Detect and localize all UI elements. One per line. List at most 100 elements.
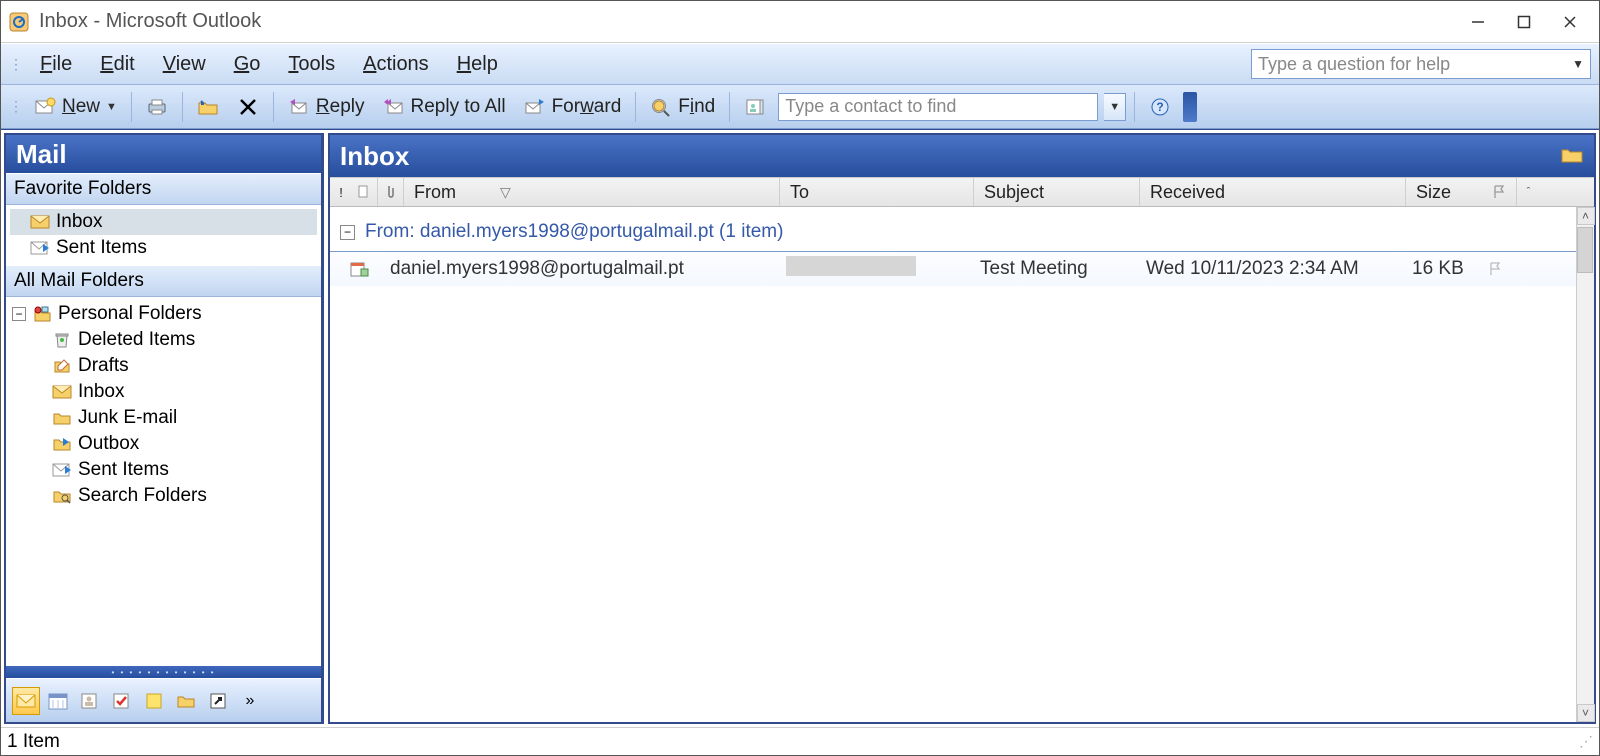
shortcut-calendar[interactable] xyxy=(44,687,72,715)
col-to[interactable]: To xyxy=(780,178,974,206)
deleted-items-icon xyxy=(52,330,72,350)
outbox-icon xyxy=(52,434,72,454)
print-button[interactable] xyxy=(140,93,174,121)
menu-go[interactable]: Go xyxy=(222,47,273,82)
help-toolbar-button[interactable]: ? xyxy=(1143,93,1177,121)
col-flag[interactable] xyxy=(1482,178,1516,206)
scroll-down-button[interactable]: ˅ xyxy=(1577,704,1595,722)
sent-items-icon xyxy=(52,460,72,480)
toolbar-grip[interactable]: ⋮ xyxy=(9,98,20,115)
col-size[interactable]: Size xyxy=(1406,178,1482,206)
all-mail-folders-header[interactable]: All Mail Folders xyxy=(6,265,321,297)
reply-all-button[interactable]: Reply to All xyxy=(377,93,512,121)
tree-drafts[interactable]: Drafts xyxy=(6,353,321,379)
drafts-icon xyxy=(52,356,72,376)
reply-button[interactable]: Reply xyxy=(282,93,371,121)
find-icon xyxy=(650,96,672,118)
shortcut-tasks[interactable] xyxy=(108,687,136,715)
find-button[interactable]: Find xyxy=(644,93,721,121)
menubar: ⋮ File Edit View Go Tools Actions Help T… xyxy=(1,43,1599,85)
shortcut-mail[interactable] xyxy=(12,687,40,715)
scroll-thumb[interactable] xyxy=(1577,227,1593,273)
meeting-icon xyxy=(330,259,380,279)
new-dropdown-icon[interactable]: ▼ xyxy=(106,101,117,113)
message-received: Wed 10/11/2023 2:34 AM xyxy=(1136,258,1402,280)
menu-file[interactable]: File xyxy=(28,47,84,82)
message-flag[interactable] xyxy=(1478,261,1512,277)
inbox-icon xyxy=(30,212,50,232)
toolbar: ⋮ New ▼ Reply Reply to All xyxy=(1,85,1599,129)
menu-edit[interactable]: Edit xyxy=(88,47,146,82)
new-mail-icon xyxy=(34,96,56,118)
favorite-folder-sent-items[interactable]: Sent Items xyxy=(10,235,317,261)
minus-expander-icon[interactable]: − xyxy=(12,307,26,321)
tree-sent-items[interactable]: Sent Items xyxy=(6,457,321,483)
shortcut-folder-list[interactable] xyxy=(172,687,200,715)
contact-find-dropdown[interactable]: ▼ xyxy=(1104,93,1126,121)
inbox-icon xyxy=(52,382,72,402)
contact-find-input[interactable]: Type a contact to find xyxy=(778,93,1098,121)
minus-expander-icon[interactable]: − xyxy=(340,225,355,240)
toolbar-options-button[interactable] xyxy=(1183,92,1197,122)
window-title: Inbox - Microsoft Outlook xyxy=(39,10,261,33)
group-header[interactable]: − From: daniel.myers1998@portugalmail.pt… xyxy=(330,207,1576,251)
menu-help[interactable]: Help xyxy=(445,47,510,82)
help-search-box[interactable]: Type a question for help ▼ xyxy=(1251,49,1591,79)
tree-personal-folders[interactable]: − Personal Folders xyxy=(6,301,321,327)
col-received[interactable]: Received xyxy=(1140,178,1406,206)
address-book-button[interactable] xyxy=(738,93,772,121)
shortcut-shortcuts[interactable] xyxy=(204,687,232,715)
menu-actions[interactable]: Actions xyxy=(351,47,441,82)
nav-shortcut-bar: » xyxy=(6,678,321,722)
status-item-count: 1 Item xyxy=(7,731,60,753)
shortcut-configure[interactable]: » xyxy=(236,687,264,715)
menu-view[interactable]: View xyxy=(151,47,218,82)
col-subject[interactable]: Subject xyxy=(974,178,1140,206)
toolbar-separator xyxy=(131,92,132,122)
folder-icon xyxy=(52,408,72,428)
col-importance[interactable]: ! xyxy=(330,178,352,206)
col-icon[interactable] xyxy=(352,178,374,206)
col-scroll-up[interactable]: ˆ xyxy=(1516,178,1540,206)
message-to xyxy=(776,256,970,282)
shortcut-contacts[interactable] xyxy=(76,687,104,715)
folder-tree: − Personal Folders Deleted Items Drafts xyxy=(6,297,321,666)
help-search-dropdown-icon[interactable]: ▼ xyxy=(1572,57,1584,71)
tree-inbox[interactable]: Inbox xyxy=(6,379,321,405)
titlebar: Inbox - Microsoft Outlook xyxy=(1,1,1599,43)
column-headers: ! From ▽ To Subject Received Size ˆ xyxy=(330,177,1594,207)
col-from[interactable]: From ▽ xyxy=(404,178,780,206)
menu-tools[interactable]: Tools xyxy=(276,47,347,82)
shortcut-notes[interactable] xyxy=(140,687,168,715)
address-book-icon xyxy=(744,96,766,118)
delete-button[interactable] xyxy=(231,93,265,121)
inbox-corner-icon[interactable] xyxy=(1560,141,1584,172)
navigation-pane: Mail Favorite Folders Inbox Sent Items A… xyxy=(4,133,324,724)
tree-deleted-items[interactable]: Deleted Items xyxy=(6,327,321,353)
vertical-scrollbar[interactable]: ˄ ˅ xyxy=(1576,207,1594,722)
message-row[interactable]: daniel.myers1998@portugalmail.pt Test Me… xyxy=(330,251,1576,286)
new-button[interactable]: New ▼ xyxy=(28,93,123,121)
list-pane-title: Inbox xyxy=(340,141,409,172)
search-folders-icon xyxy=(52,486,72,506)
maximize-button[interactable] xyxy=(1501,2,1547,42)
forward-button[interactable]: Forward xyxy=(518,93,628,121)
close-button[interactable] xyxy=(1547,2,1593,42)
svg-text:?: ? xyxy=(1157,100,1164,114)
favorite-folders-header[interactable]: Favorite Folders xyxy=(6,173,321,205)
move-folder-icon xyxy=(197,96,219,118)
tree-search-folders[interactable]: Search Folders xyxy=(6,483,321,509)
col-attachment[interactable] xyxy=(378,178,400,206)
minimize-button[interactable] xyxy=(1455,2,1501,42)
tree-outbox[interactable]: Outbox xyxy=(6,431,321,457)
help-icon: ? xyxy=(1149,96,1171,118)
favorite-folder-inbox[interactable]: Inbox xyxy=(10,209,317,235)
resize-grip-icon[interactable]: ⋰ xyxy=(1579,733,1593,750)
nav-pane-splitter[interactable]: • • • • • • • • • • • • xyxy=(6,666,321,678)
forward-icon xyxy=(524,96,546,118)
tree-junk-email[interactable]: Junk E-mail xyxy=(6,405,321,431)
menubar-grip[interactable]: ⋮ xyxy=(9,56,20,73)
message-from: daniel.myers1998@portugalmail.pt xyxy=(380,258,776,280)
move-to-folder-button[interactable] xyxy=(191,93,225,121)
scroll-up-button[interactable]: ˄ xyxy=(1577,207,1595,225)
